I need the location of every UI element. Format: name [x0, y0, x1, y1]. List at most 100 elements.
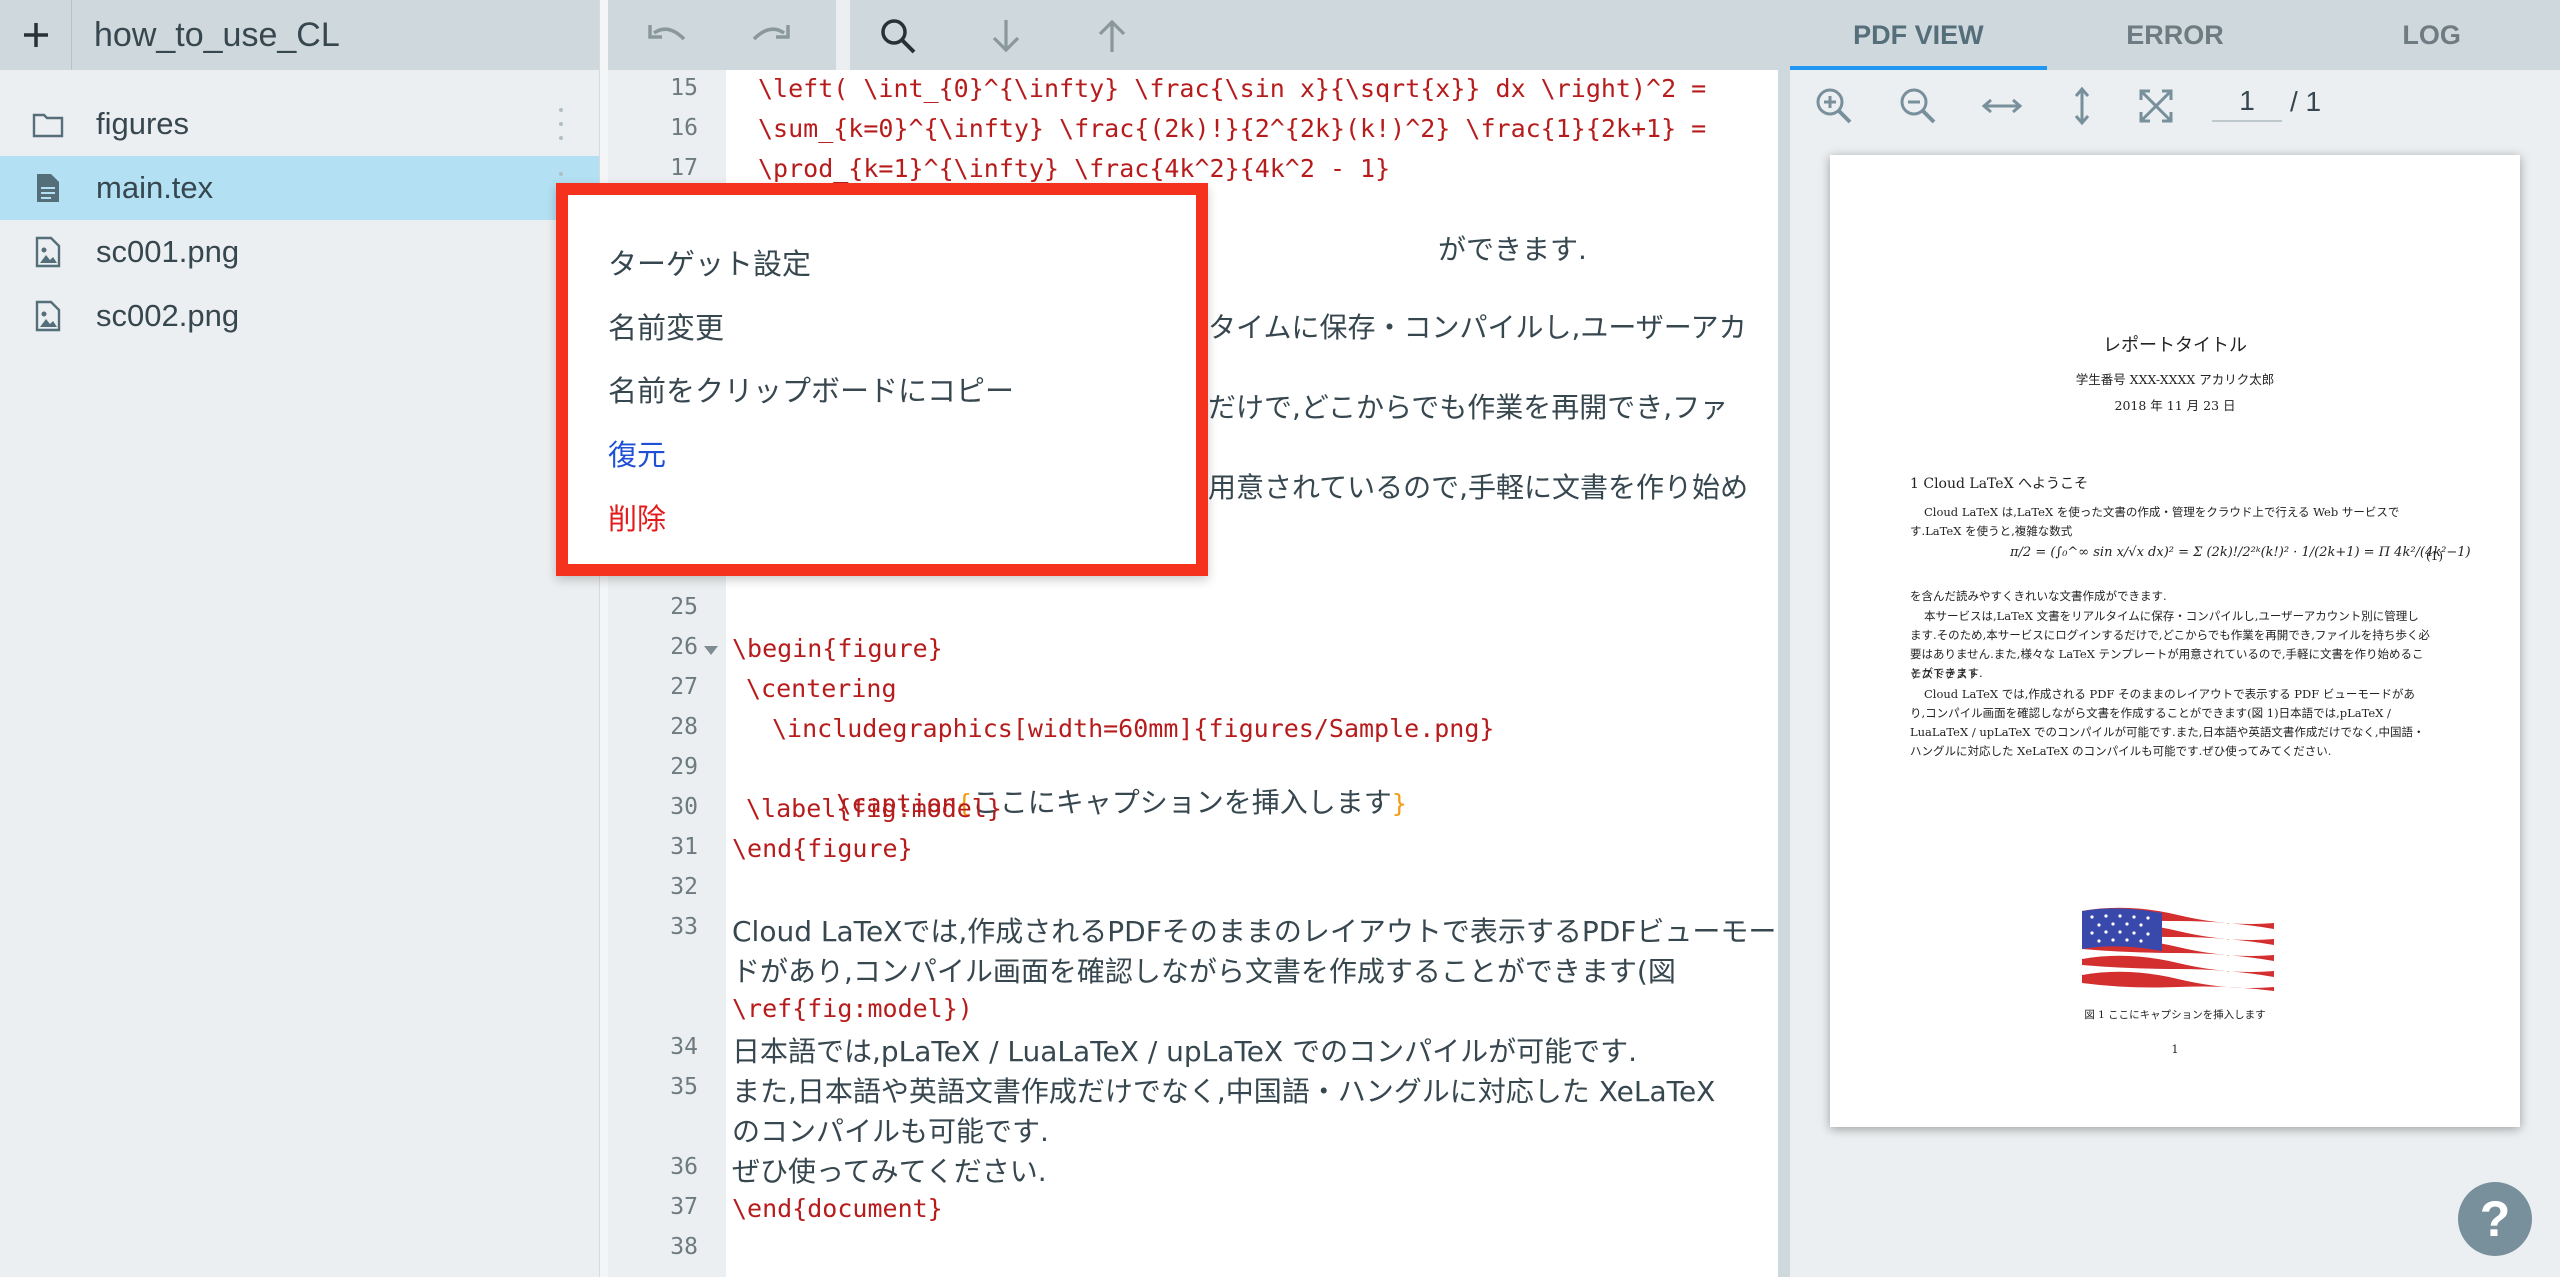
line-number: 17 — [670, 155, 698, 181]
image-icon — [35, 300, 61, 332]
tab-log[interactable]: LOG — [2303, 0, 2560, 70]
pdf-figure-flag-image — [2082, 907, 2274, 991]
code-line-28: \includegraphics[width=60mm]{figures/Sam… — [772, 714, 1495, 743]
code-line-16: \sum_{k=0}^{\infty} \frac{(2k)!}{2^{2k}(… — [758, 114, 1707, 143]
caption-text: ここにキャプションを挿入します — [971, 786, 1392, 819]
pdf-equation-number: (1) — [2426, 549, 2443, 563]
code-line-36: ぜひ使ってみてください. — [732, 1155, 1047, 1188]
search-button[interactable] — [876, 14, 920, 58]
menu-item-restore[interactable]: 復元 — [608, 432, 666, 474]
fit-width-button[interactable] — [1980, 86, 2024, 126]
line-number: 37 — [670, 1194, 698, 1220]
code-line-17: \prod_{k=1}^{\infty} \frac{4k^2}{4k^2 - … — [758, 154, 1391, 183]
sidebar-header: how_to_use_CL — [0, 0, 599, 70]
line-number: 15 — [670, 75, 698, 101]
code-line-33c: \ref{fig:model}) — [732, 994, 973, 1023]
page-total: / 1 — [2290, 86, 2322, 117]
fit-height-icon — [2074, 86, 2090, 126]
code-line-fragment: 用意されているので,手軽に文書を作り始め — [1208, 471, 1749, 504]
line-number: 33 — [670, 914, 698, 940]
zoom-out-icon — [1900, 88, 1936, 124]
line-number: 30 — [670, 794, 698, 820]
fullscreen-button[interactable] — [2134, 86, 2178, 126]
code-line-fragment: だけで,どこからでも作業を再開でき,ファ — [1208, 391, 1729, 424]
undo-button[interactable] — [646, 14, 690, 58]
pdf-author: 学生番号 XXX-XXXX アカリク太郎 — [2075, 372, 2275, 387]
editor-toolbar — [608, 0, 1778, 70]
search-icon — [881, 19, 916, 54]
code-line-35b: のコンパイルも可能です. — [732, 1115, 1049, 1148]
line-number: 36 — [670, 1154, 698, 1180]
pdf-paragraph: Cloud LaTeX は,LaTeX を使った文書の作成・管理をクラウド上で行… — [1910, 505, 2400, 538]
fold-arrow-icon[interactable] — [704, 646, 718, 655]
file-name: main.tex — [96, 170, 214, 205]
zoom-out-button[interactable] — [1896, 86, 1940, 126]
panel-divider[interactable] — [1778, 0, 1790, 1277]
help-icon: ? — [2479, 1191, 2511, 1247]
file-item-main-tex[interactable]: main.tex — [0, 156, 599, 220]
image-icon — [35, 236, 61, 268]
tab-error[interactable]: ERROR — [2047, 0, 2304, 70]
menu-item-copy-name[interactable]: 名前をクリップボードにコピー — [608, 368, 1014, 410]
folder-icon — [32, 113, 64, 138]
help-button[interactable]: ? — [2458, 1182, 2532, 1256]
pdf-paragraph: テストテスト — [1910, 667, 1979, 681]
code-line-31: \end{figure} — [732, 834, 913, 863]
line-number: 28 — [670, 714, 698, 740]
file-name: sc001.png — [96, 234, 240, 269]
pdf-toolbar: / 1 — [1790, 70, 2560, 136]
add-file-button[interactable] — [0, 0, 72, 70]
file-context-menu: ターゲット設定 名前変更 名前をクリップボードにコピー 復元 削除 — [556, 183, 1208, 576]
pdf-equation: π/2 = (∫₀^∞ sin x/√x dx)² = Σ (2k)!/2²ᵏ(… — [2010, 545, 2471, 560]
menu-item-rename[interactable]: 名前変更 — [608, 305, 724, 347]
redo-button[interactable] — [748, 14, 792, 58]
fullscreen-icon — [2139, 89, 2173, 123]
plus-icon — [23, 23, 48, 47]
file-item-sc002[interactable]: sc002.png — [0, 284, 599, 348]
line-number: 35 — [670, 1074, 698, 1100]
menu-item-set-target[interactable]: ターゲット設定 — [608, 241, 811, 283]
zoom-in-button[interactable] — [1812, 86, 1856, 126]
arrow-up-icon — [1098, 19, 1126, 52]
arrow-down-icon — [992, 20, 1020, 53]
code-line-fragment: タイムに保存・コンパイルし,ユーザーアカ — [1208, 311, 1747, 344]
code-line-33a: Cloud LaTeXでは,作成されるPDFそのままのレイアウトで表示するPDF… — [732, 915, 1777, 948]
pdf-title: レポートタイトル — [2103, 335, 2247, 356]
pdf-paragraph: Cloud LaTeX では,作成される PDF そのままのレイアウトで表示する… — [1910, 687, 2425, 758]
tab-pdf-view[interactable]: PDF VIEW — [1790, 0, 2047, 70]
pdf-paragraph: を含んだ読みやすくきれいな文書作成ができます. — [1910, 589, 2167, 603]
line-number: 31 — [670, 834, 698, 860]
document-icon — [37, 174, 59, 202]
menu-item-delete[interactable]: 削除 — [608, 496, 666, 538]
zoom-in-icon — [1816, 88, 1852, 124]
code-line-30: \label{fig:model} — [746, 794, 1002, 823]
more-options-icon[interactable] — [557, 108, 565, 140]
next-match-button[interactable] — [984, 14, 1028, 58]
redo-icon — [752, 25, 790, 41]
code-line-33b: ドがあり,コンパイル画面を確認しながら文書を作成することができます(図 — [732, 955, 1676, 988]
file-sidebar: how_to_use_CL figures main.tex sc001.png… — [0, 0, 600, 1277]
line-number: 16 — [670, 115, 698, 141]
line-number: 29 — [670, 754, 698, 780]
fit-width-icon — [1981, 98, 2023, 114]
line-number: 32 — [670, 874, 698, 900]
page-number-input[interactable] — [2212, 82, 2282, 122]
prev-match-button[interactable] — [1090, 14, 1134, 58]
pdf-date: 2018 年 11 月 23 日 — [2114, 398, 2236, 413]
code-line-37: \end{document} — [732, 1194, 943, 1223]
line-number: 38 — [670, 1234, 698, 1260]
line-number: 26 — [670, 634, 698, 660]
fit-height-button[interactable] — [2060, 86, 2104, 126]
line-number: 25 — [670, 594, 698, 620]
file-item-sc001[interactable]: sc001.png — [0, 220, 599, 284]
file-name: figures — [96, 106, 190, 141]
pdf-figure-caption: 図 1 ここにキャプションを挿入します — [2084, 1009, 2266, 1021]
project-title: how_to_use_CL — [94, 15, 340, 54]
pdf-page[interactable]: レポートタイトル 学生番号 XXX-XXXX アカリク太郎 2018 年 11 … — [1830, 155, 2520, 1127]
line-number: 27 — [670, 674, 698, 700]
line-number: 34 — [670, 1034, 698, 1060]
pdf-section-heading: 1 Cloud LaTeX へようこそ — [1910, 476, 2089, 492]
file-item-figures[interactable]: figures — [0, 92, 599, 156]
preview-tabs: PDF VIEW ERROR LOG — [1790, 0, 2560, 70]
code-line-27: \centering — [746, 674, 897, 703]
